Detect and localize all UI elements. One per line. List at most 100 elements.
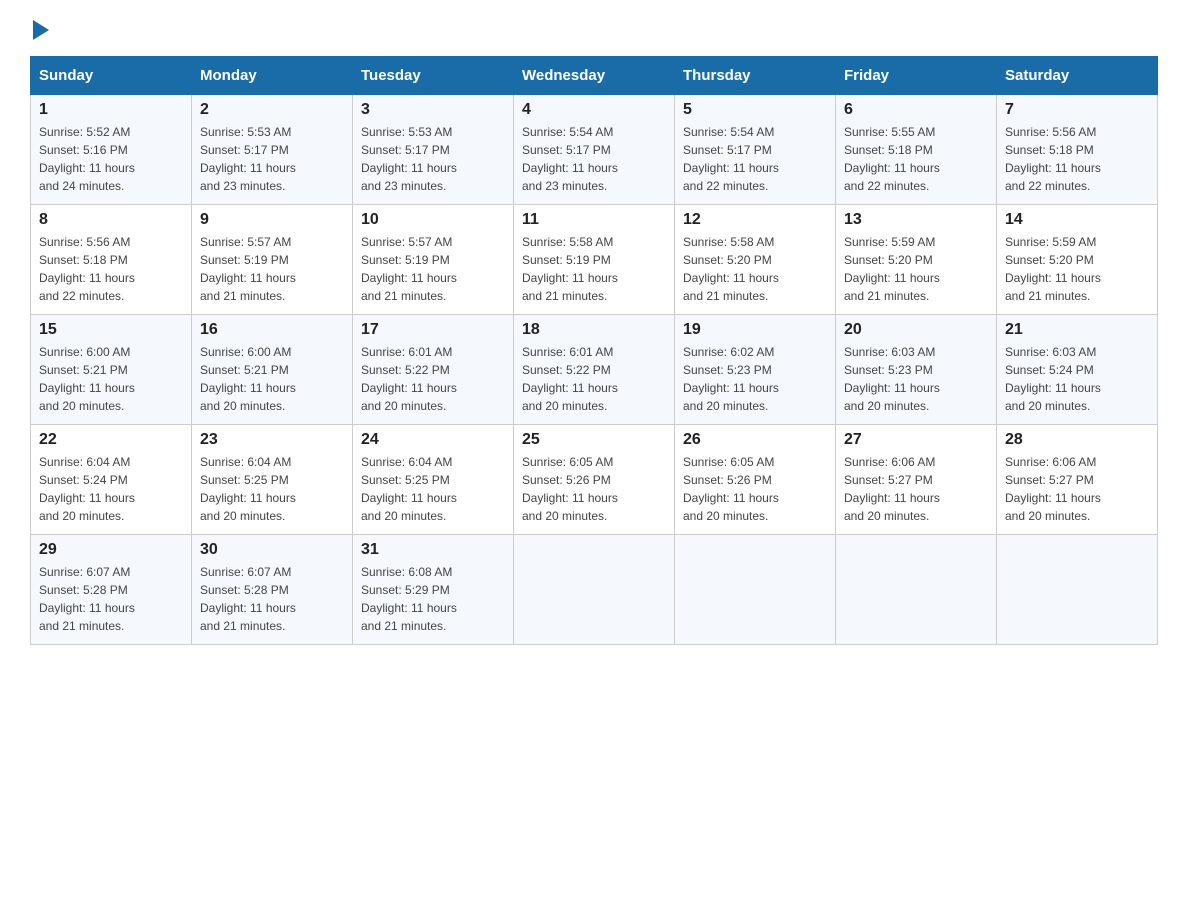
calendar-cell: 1 Sunrise: 5:52 AMSunset: 5:16 PMDaylight… [31,95,192,205]
calendar-cell: 28 Sunrise: 6:06 AMSunset: 5:27 PMDayligh… [997,425,1158,535]
day-number: 9 [200,211,344,229]
calendar-cell: 18 Sunrise: 6:01 AMSunset: 5:22 PMDayligh… [514,315,675,425]
calendar-cell: 29 Sunrise: 6:07 AMSunset: 5:28 PMDayligh… [31,535,192,645]
day-number: 22 [39,431,183,449]
weekday-header-thursday: Thursday [675,57,836,95]
day-info: Sunrise: 6:04 AMSunset: 5:25 PMDaylight:… [200,453,344,525]
calendar-cell: 10Sunrise: 5:57 AMSunset: 5:19 PMDayligh… [353,205,514,315]
day-info: Sunrise: 6:02 AMSunset: 5:23 PMDaylight:… [683,343,827,415]
calendar-cell: 6 Sunrise: 5:55 AMSunset: 5:18 PMDaylight… [836,95,997,205]
day-info: Sunrise: 5:54 AMSunset: 5:17 PMDaylight:… [683,123,827,195]
day-info: Sunrise: 5:58 AMSunset: 5:19 PMDaylight:… [522,233,666,305]
day-info: Sunrise: 6:03 AMSunset: 5:24 PMDaylight:… [1005,343,1149,415]
day-number: 24 [361,431,505,449]
day-number: 17 [361,321,505,339]
day-info: Sunrise: 5:56 AMSunset: 5:18 PMDaylight:… [1005,123,1149,195]
day-number: 12 [683,211,827,229]
day-number: 29 [39,541,183,559]
calendar-cell: 26Sunrise: 6:05 AMSunset: 5:26 PMDayligh… [675,425,836,535]
day-info: Sunrise: 5:53 AMSunset: 5:17 PMDaylight:… [361,123,505,195]
day-info: Sunrise: 5:53 AMSunset: 5:17 PMDaylight:… [200,123,344,195]
day-number: 1 [39,101,183,119]
calendar-cell: 25 Sunrise: 6:05 AMSunset: 5:26 PMDayligh… [514,425,675,535]
day-info: Sunrise: 6:05 AMSunset: 5:26 PMDaylight:… [522,453,666,525]
weekday-header-wednesday: Wednesday [514,57,675,95]
day-info: Sunrise: 5:57 AMSunset: 5:19 PMDaylight:… [200,233,344,305]
weekday-header-tuesday: Tuesday [353,57,514,95]
calendar-cell: 27 Sunrise: 6:06 AMSunset: 5:27 PMDayligh… [836,425,997,535]
calendar-cell: 31Sunrise: 6:08 AMSunset: 5:29 PMDayligh… [353,535,514,645]
calendar-cell: 7 Sunrise: 5:56 AMSunset: 5:18 PMDaylight… [997,95,1158,205]
day-info: Sunrise: 6:04 AMSunset: 5:24 PMDaylight:… [39,453,183,525]
calendar-week-3: 15 Sunrise: 6:00 AMSunset: 5:21 PMDayligh… [31,315,1158,425]
calendar-cell: 4Sunrise: 5:54 AMSunset: 5:17 PMDaylight… [514,95,675,205]
calendar-cell: 11 Sunrise: 5:58 AMSunset: 5:19 PMDayligh… [514,205,675,315]
calendar-cell [514,535,675,645]
weekday-header-monday: Monday [192,57,353,95]
day-info: Sunrise: 6:05 AMSunset: 5:26 PMDaylight:… [683,453,827,525]
weekday-header-saturday: Saturday [997,57,1158,95]
day-number: 27 [844,431,988,449]
day-number: 16 [200,321,344,339]
calendar-cell [675,535,836,645]
calendar-cell: 24 Sunrise: 6:04 AMSunset: 5:25 PMDayligh… [353,425,514,535]
calendar-cell: 13 Sunrise: 5:59 AMSunset: 5:20 PMDayligh… [836,205,997,315]
day-info: Sunrise: 6:04 AMSunset: 5:25 PMDaylight:… [361,453,505,525]
day-info: Sunrise: 5:55 AMSunset: 5:18 PMDaylight:… [844,123,988,195]
day-info: Sunrise: 5:57 AMSunset: 5:19 PMDaylight:… [361,233,505,305]
day-number: 31 [361,541,505,559]
calendar-cell: 2 Sunrise: 5:53 AMSunset: 5:17 PMDaylight… [192,95,353,205]
day-number: 11 [522,211,666,229]
weekday-header-friday: Friday [836,57,997,95]
day-number: 28 [1005,431,1149,449]
calendar-cell: 20 Sunrise: 6:03 AMSunset: 5:23 PMDayligh… [836,315,997,425]
calendar-week-2: 8 Sunrise: 5:56 AMSunset: 5:18 PMDaylight… [31,205,1158,315]
day-number: 14 [1005,211,1149,229]
calendar-cell: 15 Sunrise: 6:00 AMSunset: 5:21 PMDayligh… [31,315,192,425]
day-number: 23 [200,431,344,449]
day-number: 18 [522,321,666,339]
calendar-cell: 14Sunrise: 5:59 AMSunset: 5:20 PMDayligh… [997,205,1158,315]
calendar-week-4: 22 Sunrise: 6:04 AMSunset: 5:24 PMDayligh… [31,425,1158,535]
day-info: Sunrise: 5:58 AMSunset: 5:20 PMDaylight:… [683,233,827,305]
day-number: 5 [683,101,827,119]
day-number: 2 [200,101,344,119]
day-info: Sunrise: 6:01 AMSunset: 5:22 PMDaylight:… [361,343,505,415]
calendar-cell: 22 Sunrise: 6:04 AMSunset: 5:24 PMDayligh… [31,425,192,535]
day-info: Sunrise: 6:06 AMSunset: 5:27 PMDaylight:… [1005,453,1149,525]
day-info: Sunrise: 6:01 AMSunset: 5:22 PMDaylight:… [522,343,666,415]
calendar-cell: 5 Sunrise: 5:54 AMSunset: 5:17 PMDaylight… [675,95,836,205]
day-info: Sunrise: 5:59 AMSunset: 5:20 PMDaylight:… [844,233,988,305]
calendar-week-1: 1 Sunrise: 5:52 AMSunset: 5:16 PMDaylight… [31,95,1158,205]
day-info: Sunrise: 6:03 AMSunset: 5:23 PMDaylight:… [844,343,988,415]
calendar-cell [836,535,997,645]
day-info: Sunrise: 6:07 AMSunset: 5:28 PMDaylight:… [200,563,344,635]
day-number: 20 [844,321,988,339]
day-number: 6 [844,101,988,119]
logo-triangle-icon [33,20,49,40]
calendar-cell: 23 Sunrise: 6:04 AMSunset: 5:25 PMDayligh… [192,425,353,535]
calendar-cell: 3 Sunrise: 5:53 AMSunset: 5:17 PMDaylight… [353,95,514,205]
calendar-table: SundayMondayTuesdayWednesdayThursdayFrid… [30,56,1158,645]
day-number: 13 [844,211,988,229]
day-info: Sunrise: 5:56 AMSunset: 5:18 PMDaylight:… [39,233,183,305]
day-number: 25 [522,431,666,449]
day-number: 8 [39,211,183,229]
day-info: Sunrise: 6:00 AMSunset: 5:21 PMDaylight:… [39,343,183,415]
calendar-cell: 21 Sunrise: 6:03 AMSunset: 5:24 PMDayligh… [997,315,1158,425]
calendar-cell: 12 Sunrise: 5:58 AMSunset: 5:20 PMDayligh… [675,205,836,315]
day-number: 19 [683,321,827,339]
calendar-cell: 19 Sunrise: 6:02 AMSunset: 5:23 PMDayligh… [675,315,836,425]
day-number: 15 [39,321,183,339]
day-info: Sunrise: 6:06 AMSunset: 5:27 PMDaylight:… [844,453,988,525]
logo-general-text [30,20,49,38]
day-number: 30 [200,541,344,559]
day-info: Sunrise: 5:52 AMSunset: 5:16 PMDaylight:… [39,123,183,195]
calendar-cell: 17 Sunrise: 6:01 AMSunset: 5:22 PMDayligh… [353,315,514,425]
day-number: 4 [522,101,666,119]
day-number: 7 [1005,101,1149,119]
day-number: 3 [361,101,505,119]
day-info: Sunrise: 6:07 AMSunset: 5:28 PMDaylight:… [39,563,183,635]
calendar-cell: 8 Sunrise: 5:56 AMSunset: 5:18 PMDaylight… [31,205,192,315]
day-number: 21 [1005,321,1149,339]
